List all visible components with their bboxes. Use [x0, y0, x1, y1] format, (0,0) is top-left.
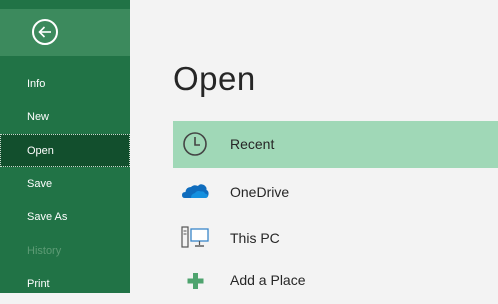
nav-print[interactable]: Print: [0, 268, 130, 301]
computer-icon: [181, 226, 209, 248]
location-recent[interactable]: Recent: [173, 121, 498, 168]
nav-save-as[interactable]: Save As: [0, 201, 130, 234]
cloud-icon: [182, 184, 209, 198]
back-button[interactable]: [0, 9, 130, 56]
nav-info[interactable]: Info: [0, 68, 130, 101]
location-label: Add a Place: [230, 272, 306, 288]
back-arrow-icon: [32, 19, 58, 45]
location-add-a-place[interactable]: Add a Place: [173, 257, 498, 304]
location-label: Recent: [230, 136, 275, 152]
nav-history: History: [27, 245, 62, 257]
plus-icon: [187, 273, 204, 289]
page-title: Open: [173, 60, 256, 97]
clock-icon: [183, 132, 207, 156]
location-onedrive[interactable]: OneDrive: [173, 169, 498, 216]
location-label: OneDrive: [230, 184, 290, 200]
backstage-sidebar: Info New Open Save Save As History Print: [0, 0, 130, 293]
nav-open[interactable]: Open: [0, 134, 130, 167]
nav-new[interactable]: New: [0, 101, 130, 134]
nav-save[interactable]: Save: [0, 168, 130, 201]
location-this-pc[interactable]: This PC: [173, 215, 498, 262]
main-panel: Open Recent OneDrive This PC Add a Place: [130, 0, 498, 293]
location-label: This PC: [230, 230, 280, 246]
